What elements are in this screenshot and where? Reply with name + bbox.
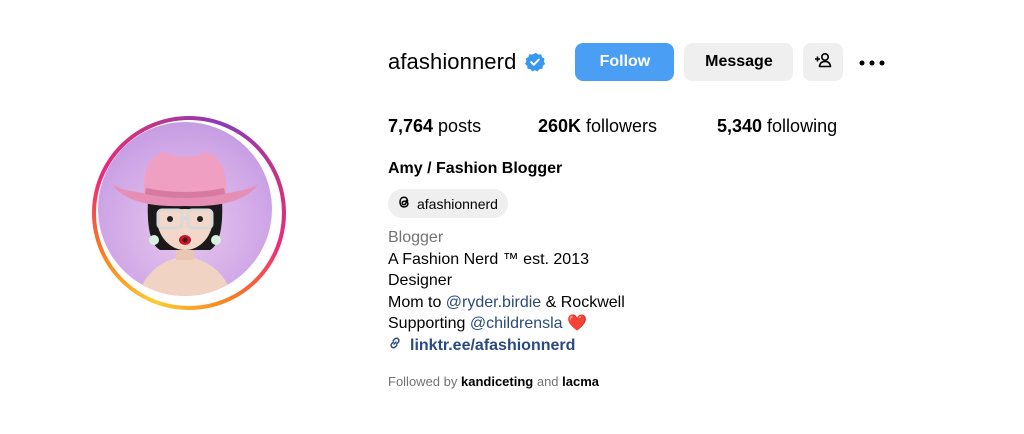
followed-by[interactable]: Followed by kandiceting and lacma: [388, 374, 599, 389]
profile-category: Blogger: [388, 229, 444, 246]
mention-link[interactable]: @childrensla: [470, 315, 563, 332]
profile-avatar[interactable]: [98, 122, 272, 296]
verified-badge-icon: [525, 52, 546, 72]
following-stat[interactable]: 5,340 following: [717, 116, 837, 137]
followed-by-prefix: Followed by: [388, 374, 461, 389]
following-label: following: [767, 115, 838, 136]
threads-handle: afashionnerd: [417, 195, 498, 212]
bio-line: Designer: [388, 272, 453, 289]
followers-stat[interactable]: 260K followers: [538, 116, 717, 137]
profile-username: afashionnerd: [388, 49, 517, 74]
bio-line: Supporting @childrensla ❤️: [388, 313, 625, 335]
follow-button[interactable]: Follow: [575, 43, 675, 81]
add-user-icon: [814, 51, 832, 74]
followed-by-conjunction: and: [533, 374, 563, 389]
posts-label: posts: [438, 115, 482, 136]
external-link-text: linktr.ee/afashionnerd: [410, 336, 576, 354]
link-icon: [388, 335, 410, 357]
profile-bio: Blogger A Fashion Nerd ™ est. 2013 Desig…: [388, 227, 625, 356]
bio-text: & Rockwell: [541, 293, 625, 311]
mention-link[interactable]: @ryder.birdie: [446, 294, 541, 311]
message-button[interactable]: Message: [684, 43, 794, 81]
bio-text: Supporting: [388, 315, 470, 332]
mutual-follower-name: lacma: [562, 374, 600, 389]
heart-emoji: ❤️: [567, 315, 587, 332]
profile-header-row: afashionnerd Follow Message: [388, 43, 887, 81]
posts-count: 7,764: [388, 115, 434, 136]
more-options-button[interactable]: [857, 43, 887, 81]
following-count: 5,340: [717, 115, 763, 136]
more-options-icon: [859, 53, 885, 71]
followers-label: followers: [586, 115, 658, 136]
bio-text: Mom to: [388, 293, 446, 311]
profile-full-name: Amy / Fashion Blogger: [388, 160, 563, 177]
profile-stats: 7,764 posts 260K followers 5,340 followi…: [388, 114, 837, 138]
mutual-follower-name: kandiceting: [460, 374, 534, 389]
posts-stat: 7,764 posts: [388, 116, 538, 137]
bio-line: Mom to @ryder.birdie & Rockwell: [388, 292, 625, 314]
followers-count: 260K: [538, 115, 582, 136]
external-link[interactable]: linktr.ee/afashionnerd: [388, 335, 625, 357]
suggested-users-button[interactable]: [803, 43, 844, 81]
avatar-illustration: [112, 152, 258, 296]
threads-icon: [396, 194, 417, 213]
threads-profile-link[interactable]: afashionnerd: [388, 189, 508, 218]
bio-line: A Fashion Nerd ™ est. 2013: [388, 250, 589, 268]
profile-avatar-ring[interactable]: [92, 116, 286, 310]
